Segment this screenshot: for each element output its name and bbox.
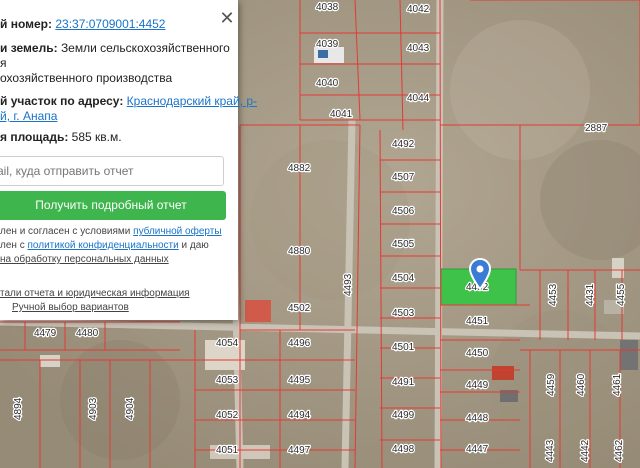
parcel-label-4479: 4479 — [34, 328, 57, 339]
parcel-label-4903: 4903 — [88, 397, 99, 420]
parcel-label-4504: 4504 — [392, 273, 415, 284]
parcel-label-4041: 4041 — [330, 109, 353, 120]
area-value: 585 кв.м. — [71, 130, 122, 144]
parcel-label-4044: 4044 — [407, 93, 430, 104]
parcel-label-4431: 4431 — [585, 283, 596, 306]
cadastral-number-link[interactable]: 23:37:0709001:4452 — [55, 17, 165, 31]
parcel-label-4462: 4462 — [614, 439, 625, 462]
parcel-label-4499: 4499 — [392, 410, 415, 421]
address-link[interactable]: Краснодарский край, р- — [127, 94, 257, 108]
parcel-label-4494: 4494 — [288, 410, 311, 421]
parcel-label-4497: 4497 — [288, 445, 311, 456]
address-label: й участок по адресу: — [0, 94, 124, 108]
land-category-row: и земель: Земли сельскохозяйственного — [0, 41, 230, 55]
parcel-label-4448: 4448 — [466, 413, 489, 424]
parcel-label-4502: 4502 — [288, 303, 311, 314]
parcel-label-4459: 4459 — [546, 373, 557, 396]
consent-privacy-line: лен с политикой конфиденциальности и даю — [0, 240, 209, 251]
parcel-label-4501: 4501 — [392, 342, 415, 353]
parcel-label-4455: 4455 — [616, 283, 627, 306]
area-row: я площадь: 585 кв.м. — [0, 130, 122, 144]
parcel-label-4496: 4496 — [288, 338, 311, 349]
parcel-label-4043: 4043 — [407, 43, 430, 54]
address-row: й участок по адресу: Краснодарский край,… — [0, 94, 257, 108]
parcel-info-panel: ✕ й номер: 23:37:0709001:4452 и земель: … — [0, 0, 257, 320]
parcel-label-4453: 4453 — [548, 283, 559, 306]
parcel-label-4880: 4880 — [288, 246, 311, 257]
land-category-value: Земли сельскохозяйственного — [60, 41, 230, 55]
parcel-label-4442: 4442 — [580, 439, 591, 462]
close-icon[interactable]: ✕ — [218, 9, 236, 27]
manual-selection-link[interactable]: Ручной выбор вариантов — [12, 302, 129, 313]
consent-give-text: и даю — [178, 240, 209, 251]
parcel-label-4461: 4461 — [612, 373, 623, 396]
privacy-policy-link[interactable]: политикой конфиденциальности — [27, 240, 178, 251]
address-link-line2[interactable]: й, г. Анапа — [0, 109, 57, 123]
parcel-label-4053: 4053 — [216, 375, 239, 386]
parcel-label-4040: 4040 — [316, 78, 339, 89]
parcel-label-4451: 4451 — [466, 316, 489, 327]
parcel-label-4904: 4904 — [125, 397, 136, 420]
parcel-label-4492: 4492 — [392, 139, 415, 150]
parcel-label-4054: 4054 — [216, 338, 239, 349]
parcel-label-4449: 4449 — [466, 380, 489, 391]
land-category-value-line2: я — [0, 56, 7, 70]
parcel-label-4491: 4491 — [392, 377, 415, 388]
parcel-label-4450: 4450 — [466, 348, 489, 359]
parcel-label-4506: 4506 — [392, 206, 415, 217]
parcel-label-4447: 4447 — [466, 444, 489, 455]
parcel-label-4038: 4038 — [316, 2, 339, 13]
parcel-label-4042: 4042 — [407, 4, 430, 15]
land-category-label: и земель: — [0, 41, 58, 55]
public-offer-link[interactable]: публичной оферты — [133, 226, 221, 237]
parcel-label-4507: 4507 — [392, 172, 415, 183]
report-details-link[interactable]: тали отчета и юридическая информация — [0, 288, 190, 299]
email-input[interactable] — [0, 156, 224, 186]
parcel-label-4039: 4039 — [316, 39, 339, 50]
consent-offer-line: лен и согласен с условиями публичной офе… — [0, 226, 222, 237]
parcel-label-4882: 4882 — [288, 163, 311, 174]
parcel-label-4460: 4460 — [576, 373, 587, 396]
get-report-button[interactable]: Получить подробный отчет — [0, 191, 226, 220]
location-pin-icon[interactable] — [469, 258, 491, 290]
parcel-label-4503: 4503 — [392, 308, 415, 319]
parcel-label-4443: 4443 — [545, 439, 556, 462]
consent-privacy-text: лен с — [0, 240, 28, 251]
cadastral-row: й номер: 23:37:0709001:4452 — [0, 17, 165, 31]
parcel-label-4495: 4495 — [288, 375, 311, 386]
cadastral-label: й номер: — [0, 17, 53, 31]
parcel-label-4505: 4505 — [392, 239, 415, 250]
consent-offer-text: лен и согласен с условиями — [0, 226, 134, 237]
parcel-label-4052: 4052 — [216, 410, 239, 421]
parcel-label-4051: 4051 — [216, 445, 239, 456]
parcel-label-4894: 4894 — [13, 397, 24, 420]
land-use-value: охозяйственного производства — [0, 71, 173, 85]
area-label: я площадь: — [0, 130, 69, 144]
parcel-label-4480: 4480 — [76, 328, 99, 339]
personal-data-link[interactable]: на обработку персональных данных — [0, 254, 169, 265]
parcel-label-4493: 4493 — [343, 273, 354, 296]
parcel-label-2887: 2887 — [585, 123, 608, 134]
parcel-label-4498: 4498 — [392, 444, 415, 455]
